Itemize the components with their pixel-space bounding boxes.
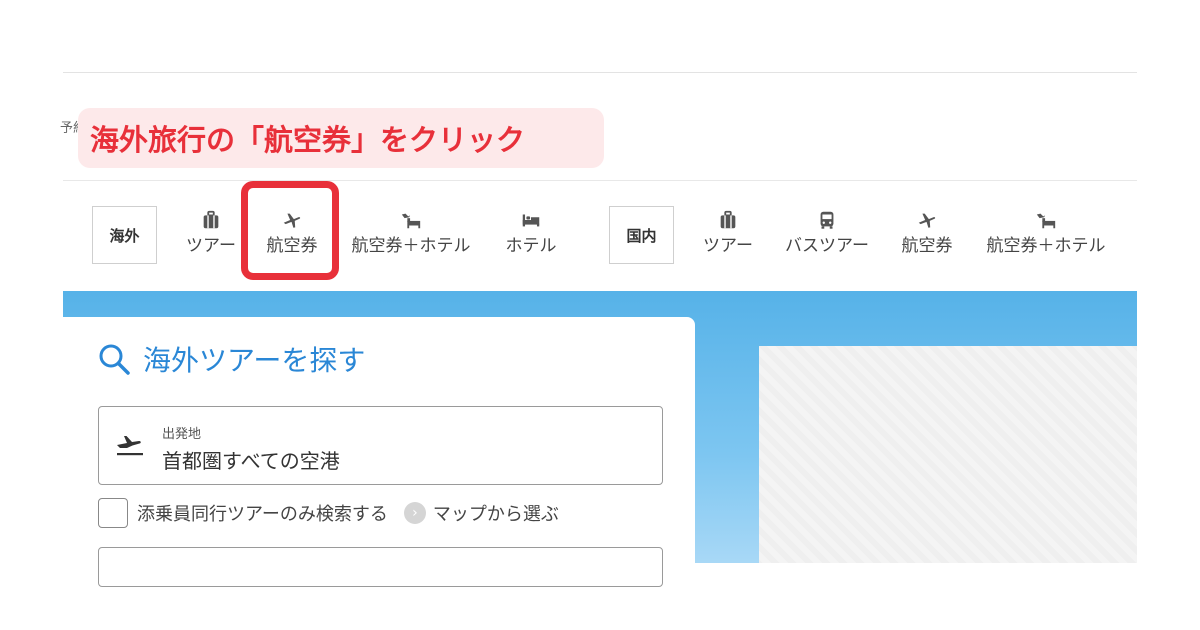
search-panel: 海外ツアーを探す 出発地 首都圏すべての空港 添乗員同行ツアーのみ検索する › … (63, 317, 695, 587)
region-domestic-label: 国内 (609, 206, 674, 264)
region-overseas-label: 海外 (92, 206, 157, 264)
nav-domestic-flight-hotel[interactable]: 航空券＋ホテル (978, 207, 1114, 265)
nav-label: ツアー (186, 236, 236, 256)
nav-label: バスツアー (785, 236, 869, 256)
top-divider (63, 72, 1137, 73)
airplane-icon (918, 213, 936, 228)
destination-field[interactable] (98, 547, 663, 587)
map-select-label: マップから選ぶ (432, 504, 559, 525)
nav-label: ツアー (703, 236, 753, 256)
nav-overseas-hotel[interactable]: ホテル (500, 207, 562, 265)
instruction-callout: 海外旅行の「航空券」をクリック (78, 108, 604, 168)
nav-domestic-flight[interactable]: 航空券 (893, 207, 961, 265)
map-select-link[interactable]: › マップから選ぶ (403, 500, 559, 526)
guide-only-checkbox[interactable] (98, 498, 128, 528)
bus-icon (820, 211, 834, 229)
nav-label: 航空券 (901, 236, 953, 256)
guide-filter-row: 添乗員同行ツアーのみ検索する › マップから選ぶ (98, 498, 559, 528)
nav-domestic-tour[interactable]: ツアー (697, 207, 759, 265)
bed-icon (522, 214, 540, 227)
departure-field[interactable]: 出発地 首都圏すべての空港 (98, 406, 663, 485)
airplane-icon (283, 213, 301, 228)
suitcase-icon (203, 210, 219, 229)
nav-label: 航空券＋ホテル (986, 236, 1106, 256)
nav-divider (63, 180, 1137, 181)
search-title-text: 海外ツアーを探す (143, 344, 366, 377)
nav-overseas-tour[interactable]: ツアー (180, 207, 242, 265)
departure-value: 首都圏すべての空港 (162, 449, 340, 473)
nav-label: ホテル (505, 236, 557, 256)
nav-label: 航空券＋ホテル (351, 236, 471, 256)
nav-label: 航空券 (266, 236, 318, 256)
departure-icon (117, 436, 143, 456)
nav-overseas-flight-hotel[interactable]: 航空券＋ホテル (344, 207, 478, 265)
chevron-right-icon: › (403, 502, 426, 524)
flight-hotel-icon (401, 213, 421, 229)
nav-domestic-bus-tour[interactable]: バスツアー (778, 207, 876, 265)
hero-image-placeholder (759, 346, 1137, 563)
flight-hotel-icon (1036, 213, 1056, 229)
search-icon (99, 344, 130, 375)
departure-label: 出発地 (162, 427, 202, 442)
nav-overseas-flight[interactable]: 航空券 (258, 207, 326, 265)
guide-only-label[interactable]: 添乗員同行ツアーのみ検索する (137, 500, 388, 526)
search-title: 海外ツアーを探す (97, 339, 365, 379)
suitcase-icon (720, 210, 736, 229)
